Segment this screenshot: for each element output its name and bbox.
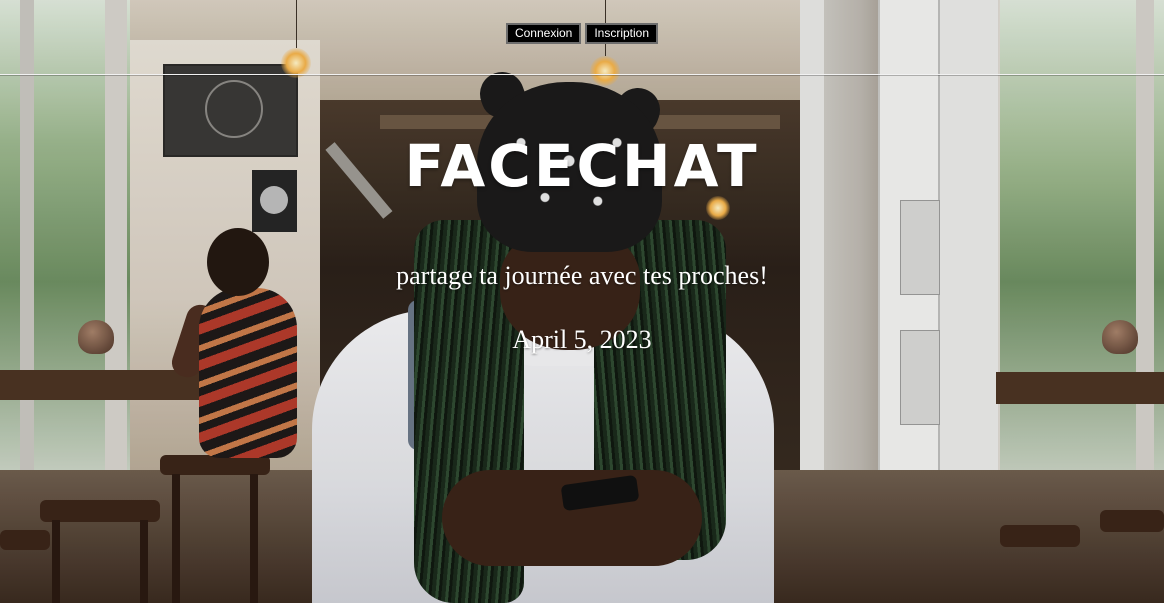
signup-button[interactable]: Inscription — [585, 23, 659, 44]
login-button[interactable]: Connexion — [505, 23, 582, 44]
tagline: partage ta journée avec tes proches! — [396, 261, 768, 290]
top-nav: Connexion Inscription — [0, 23, 1164, 45]
current-date: April 5, 2023 — [512, 325, 652, 354]
background-photo — [0, 0, 1164, 603]
site-title: FACECHAT — [404, 132, 760, 200]
header-divider — [0, 74, 1164, 75]
